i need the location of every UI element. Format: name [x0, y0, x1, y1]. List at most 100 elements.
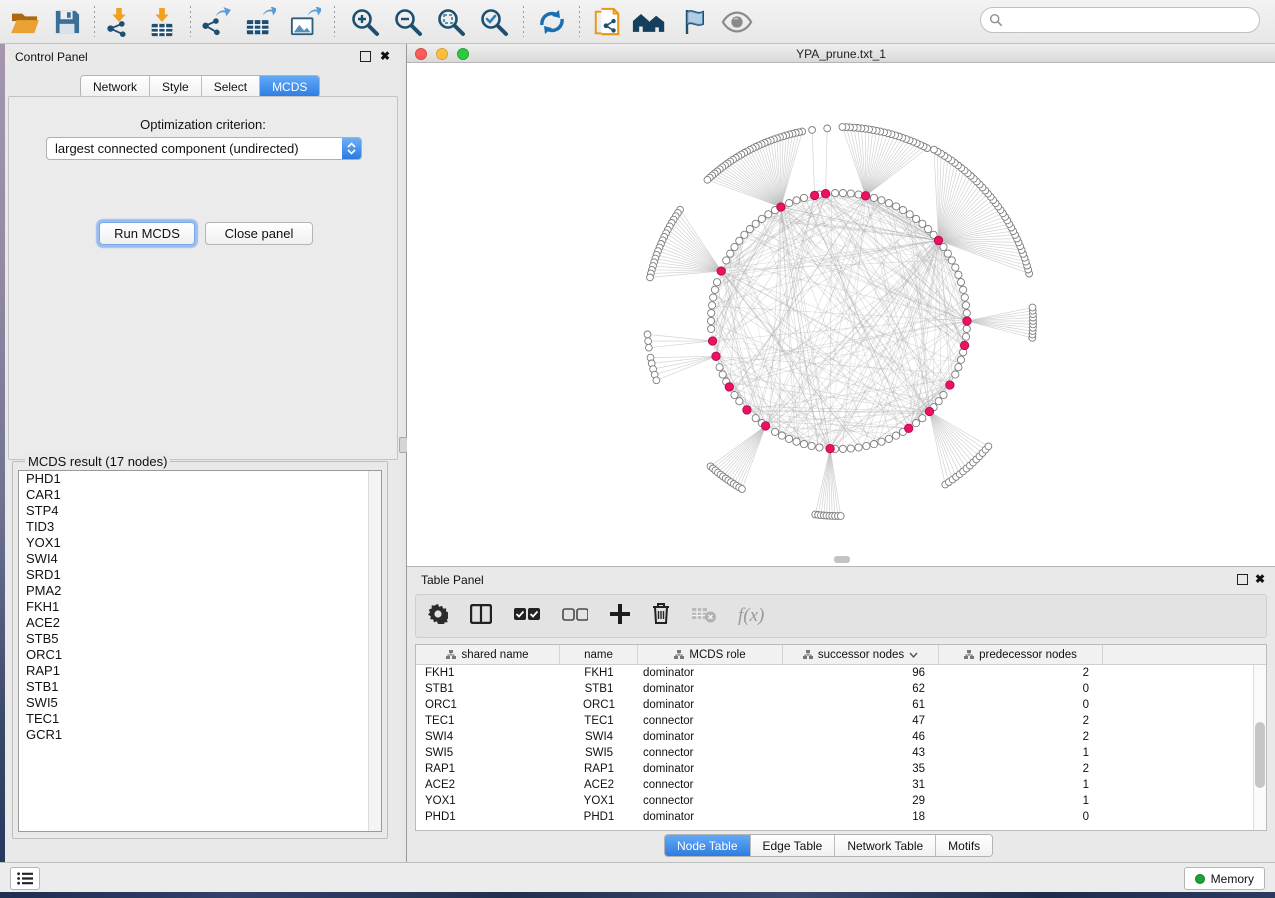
criterion-select[interactable]: largest connected component (undirected) — [46, 137, 362, 160]
network-node[interactable] — [893, 432, 900, 439]
show-hide-icon[interactable] — [720, 5, 754, 39]
network-node[interactable] — [645, 338, 652, 345]
network-node[interactable] — [893, 203, 900, 210]
network-node[interactable] — [741, 231, 748, 238]
network-node[interactable] — [885, 200, 892, 207]
network-hub-node[interactable] — [826, 445, 834, 453]
network-node[interactable] — [870, 194, 877, 201]
network-node[interactable] — [723, 257, 730, 264]
network-node[interactable] — [752, 220, 759, 227]
table-row[interactable]: SWI5SWI5connector431 — [416, 745, 1266, 761]
network-edge[interactable] — [930, 412, 960, 475]
tab-style[interactable]: Style — [149, 76, 201, 97]
network-node[interactable] — [855, 444, 862, 451]
network-edge[interactable] — [812, 130, 815, 196]
network-node[interactable] — [931, 146, 938, 153]
network-node[interactable] — [708, 310, 715, 317]
network-edge[interactable] — [930, 412, 989, 447]
network-node[interactable] — [739, 486, 746, 493]
network-node[interactable] — [793, 438, 800, 445]
network-node[interactable] — [919, 415, 926, 422]
network-node[interactable] — [1029, 304, 1036, 311]
unselect-all-columns-icon[interactable] — [562, 607, 588, 626]
network-node[interactable] — [944, 250, 951, 257]
network-edge[interactable] — [826, 128, 828, 193]
network-node[interactable] — [716, 364, 723, 371]
network-edge[interactable] — [655, 356, 716, 374]
network-node[interactable] — [731, 391, 738, 398]
table-row[interactable]: TEC1TEC1connector472 — [416, 713, 1266, 729]
network-hub-node[interactable] — [925, 407, 933, 415]
network-node[interactable] — [948, 257, 955, 264]
float-panel-icon[interactable] — [1237, 574, 1248, 585]
search-input[interactable] — [1008, 13, 1251, 27]
network-node[interactable] — [863, 442, 870, 449]
network-node[interactable] — [962, 302, 969, 309]
add-column-icon[interactable] — [610, 604, 630, 629]
first-neighbors-icon[interactable] — [632, 5, 666, 39]
mcds-result-item[interactable]: SRD1 — [19, 567, 381, 583]
select-all-columns-icon[interactable] — [514, 607, 540, 626]
network-hub-node[interactable] — [934, 236, 942, 244]
network-node[interactable] — [878, 438, 885, 445]
graphics-details-icon[interactable] — [676, 5, 710, 39]
network-node[interactable] — [952, 264, 959, 271]
network-node[interactable] — [778, 432, 785, 439]
network-hub-node[interactable] — [712, 352, 720, 360]
mcds-result-list[interactable]: PHD1CAR1STP4TID3YOX1SWI4SRD1PMA2FKH1ACE2… — [18, 470, 382, 832]
column-header-predecessor-nodes[interactable]: predecessor nodes — [939, 645, 1103, 664]
network-node[interactable] — [919, 220, 926, 227]
network-node[interactable] — [940, 243, 947, 250]
network-node[interactable] — [906, 211, 913, 218]
network-node[interactable] — [711, 286, 718, 293]
mcds-result-item[interactable]: STP4 — [19, 503, 381, 519]
network-edge[interactable] — [728, 426, 765, 480]
network-edge[interactable] — [672, 223, 722, 271]
network-node[interactable] — [704, 176, 711, 183]
network-hub-node[interactable] — [717, 267, 725, 275]
clone-network-icon[interactable] — [590, 5, 624, 39]
network-node[interactable] — [646, 344, 653, 351]
table-settings-gear-icon[interactable] — [428, 604, 448, 629]
table-row[interactable]: YOX1YOX1connector291 — [416, 793, 1266, 809]
mcds-result-item[interactable]: SWI4 — [19, 551, 381, 567]
network-node[interactable] — [808, 442, 815, 449]
network-node[interactable] — [957, 356, 964, 363]
network-node[interactable] — [771, 428, 778, 435]
network-node[interactable] — [719, 371, 726, 378]
network-node[interactable] — [786, 200, 793, 207]
network-edge[interactable] — [715, 426, 765, 471]
network-edge[interactable] — [648, 334, 713, 341]
network-node[interactable] — [736, 237, 743, 244]
table-vscrollbar[interactable] — [1253, 665, 1266, 830]
network-node[interactable] — [707, 317, 714, 324]
network-node[interactable] — [925, 226, 932, 233]
network-hub-node[interactable] — [821, 190, 829, 198]
network-node[interactable] — [839, 445, 846, 452]
network-node[interactable] — [960, 286, 967, 293]
zoom-selected-icon[interactable] — [477, 5, 511, 39]
table-row[interactable]: ACE2ACE2connector311 — [416, 777, 1266, 793]
network-node[interactable] — [708, 325, 715, 332]
mcds-result-item[interactable]: YOX1 — [19, 535, 381, 551]
network-node[interactable] — [885, 435, 892, 442]
export-network-icon[interactable] — [198, 5, 232, 39]
network-edge[interactable] — [676, 216, 722, 271]
network-node[interactable] — [746, 226, 753, 233]
float-panel-icon[interactable] — [360, 51, 371, 62]
network-edge[interactable] — [866, 142, 914, 196]
network-edge[interactable] — [716, 356, 812, 446]
network-hub-node[interactable] — [861, 192, 869, 200]
network-node[interactable] — [824, 125, 831, 132]
network-hub-node[interactable] — [777, 203, 785, 211]
network-node[interactable] — [913, 420, 920, 427]
show-console-button[interactable] — [10, 867, 40, 890]
network-node[interactable] — [752, 415, 759, 422]
column-header-name[interactable]: name — [560, 645, 638, 664]
network-node[interactable] — [816, 444, 823, 451]
network-node[interactable] — [957, 279, 964, 286]
run-mcds-button[interactable]: Run MCDS — [99, 222, 195, 245]
tab-mcds[interactable]: MCDS — [259, 76, 319, 97]
network-edge[interactable] — [678, 213, 721, 271]
network-node[interactable] — [940, 391, 947, 398]
